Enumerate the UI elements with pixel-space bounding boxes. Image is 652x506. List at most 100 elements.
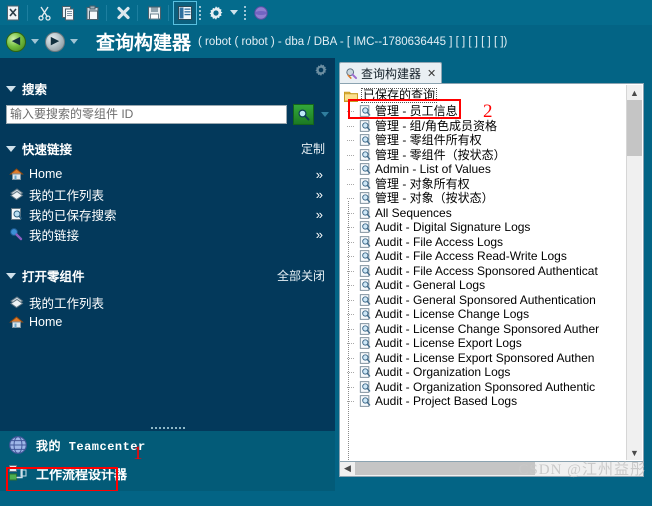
tree-branch-icon: ···· <box>346 352 355 363</box>
delete-icon[interactable] <box>112 2 134 24</box>
tree-item-label: Audit - License Change Sponsored Auther <box>375 321 600 336</box>
panel-settings-gear-icon[interactable] <box>314 63 328 77</box>
scroll-down-icon[interactable]: ▼ <box>627 445 642 460</box>
tree-branch-icon: ···· <box>346 309 355 320</box>
tree-item[interactable]: ···· Audit - License Export Sponsored Aut… <box>340 351 629 366</box>
tree-branch-icon: ···· <box>346 280 355 291</box>
tree-item[interactable]: ···· 管理 - 零组件所有权 <box>340 133 629 148</box>
scroll-up-icon[interactable]: ▲ <box>627 85 642 100</box>
open-item-home[interactable]: Home <box>0 312 335 332</box>
tree-item-label: 管理 - 对象所有权 <box>375 176 470 191</box>
save-icon[interactable] <box>143 2 165 24</box>
worklist-icon <box>8 294 24 310</box>
scrollbar-thumb[interactable] <box>627 100 642 156</box>
tree-item[interactable]: ···· Audit - License Change Logs <box>340 307 629 322</box>
open-item-my-worklist[interactable]: 我的工作列表 <box>0 292 335 312</box>
dropdown-caret-icon[interactable] <box>230 10 238 15</box>
scrollbar-thumb[interactable] <box>355 462 535 475</box>
panel-resize-grip[interactable] <box>0 425 335 431</box>
tree-item[interactable]: ···· Audit - Digital Signature Logs <box>340 220 629 235</box>
tree-item[interactable]: ···· Audit - Organization Sponsored Authe… <box>340 380 629 395</box>
sidebar-item-home[interactable]: Home » <box>0 164 335 184</box>
tree-item[interactable]: ···· 管理 - 对象（按状态） <box>340 191 629 206</box>
tree-item[interactable]: ···· Audit - License Export Logs <box>340 336 629 351</box>
saved-query-icon <box>358 206 372 220</box>
toolbar-dot-separator <box>198 5 201 21</box>
chevron-right-icon[interactable]: » <box>316 187 323 202</box>
sidebar-item-my-links[interactable]: 我的链接 » <box>0 224 335 244</box>
quick-links-list: Home » 我的工作列表 » 我的已保存搜索 » 我的链接 » <box>0 164 335 244</box>
sidebar-item-label: 我的工作列表 <box>29 188 105 203</box>
tree-branch-icon: ···· <box>346 120 355 131</box>
saved-query-icon <box>358 380 372 394</box>
sidebar-item-label: 我的已保存搜索 <box>29 208 117 223</box>
tree-branch-icon: ···· <box>346 367 355 378</box>
tab-query-builder[interactable]: 查询构建器 ✕ <box>339 62 443 83</box>
tree-item[interactable]: ···· Audit - General Sponsored Authentica… <box>340 293 629 308</box>
saved-query-icon <box>358 220 372 234</box>
annotation-box-saved-queries <box>348 99 461 119</box>
main-toolbar <box>0 0 652 25</box>
tree-item-label: All Sequences <box>375 205 452 220</box>
search-section-header[interactable]: 搜索 <box>0 79 335 98</box>
page-title: 查询构建器 <box>96 33 192 54</box>
scroll-left-icon[interactable]: ◀ <box>340 462 355 475</box>
tree-item-label: Audit - General Sponsored Authentication <box>375 292 596 307</box>
sidebar-item-my-saved-searches[interactable]: 我的已保存搜索 » <box>0 204 335 224</box>
tree-item-label: Audit - Digital Signature Logs <box>375 220 531 235</box>
saved-query-icon <box>358 293 372 307</box>
tree-item[interactable]: ···· Audit - File Access Logs <box>340 235 629 250</box>
new-document-icon[interactable] <box>2 2 24 24</box>
annotation-marker-1: 1 <box>133 443 143 464</box>
search-options-caret-icon[interactable] <box>321 112 329 117</box>
home-icon <box>8 314 24 330</box>
collapse-triangle-icon <box>6 145 16 152</box>
chevron-right-icon[interactable]: » <box>316 227 323 242</box>
back-dropdown-icon[interactable] <box>31 39 39 44</box>
customize-link[interactable]: 定制 <box>301 140 325 157</box>
quick-links-title: 快速链接 <box>22 143 73 157</box>
tree-item[interactable]: ···· All Sequences <box>340 206 629 221</box>
quick-links-section-header[interactable]: 快速链接 定制 <box>0 139 335 158</box>
home-icon <box>8 166 24 182</box>
forward-button[interactable]: ▶ <box>45 31 65 52</box>
forward-dropdown-icon[interactable] <box>70 39 78 44</box>
tree-item[interactable]: ···· 管理 - 零组件（按状态） <box>340 148 629 163</box>
tree-item[interactable]: ···· Audit - File Access Sponsored Authen… <box>340 264 629 279</box>
tree-item[interactable]: ···· Audit - Organization Logs <box>340 365 629 380</box>
tree-branch-icon: ···· <box>346 294 355 305</box>
search-input[interactable] <box>6 105 287 124</box>
copy-icon[interactable] <box>57 2 79 24</box>
paste-icon[interactable] <box>81 2 103 24</box>
tree-item[interactable]: ···· 管理 - 对象所有权 <box>340 177 629 192</box>
tree-item-label: 管理 - 零组件（按状态） <box>375 147 506 162</box>
purple-object-icon[interactable] <box>250 2 272 24</box>
gear-icon[interactable] <box>205 2 227 24</box>
back-button[interactable]: ◀ <box>6 31 26 52</box>
cut-icon[interactable] <box>33 2 55 24</box>
open-items-section-header[interactable]: 打开零组件 全部关闭 <box>0 266 335 285</box>
search-section-title: 搜索 <box>22 83 48 97</box>
app-item-my-teamcenter[interactable]: 我的 Teamcenter <box>0 431 335 459</box>
tree-item[interactable]: ···· Audit - Project Based Logs <box>340 394 629 409</box>
chevron-right-icon[interactable]: » <box>316 167 323 182</box>
close-all-link[interactable]: 全部关闭 <box>277 267 325 284</box>
search-button[interactable] <box>293 104 314 125</box>
tree-item[interactable]: ···· Audit - License Change Sponsored Aut… <box>340 322 629 337</box>
chevron-right-icon[interactable]: » <box>316 207 323 222</box>
properties-panel-icon[interactable] <box>173 0 197 25</box>
saved-query-icon <box>358 235 372 249</box>
tree-horizontal-scrollbar[interactable]: ◀ <box>339 462 644 477</box>
saved-queries-tree[interactable]: 已保存的查询 ···· 管理 - 员工信息 ···· 管理 - 组/角色成员资格 ···… <box>339 83 644 462</box>
tree-item-label: Audit - Organization Sponsored Authentic <box>375 379 596 394</box>
sidebar-item-label: 我的链接 <box>29 228 80 243</box>
tree-item[interactable]: ···· Audit - File Access Read-Write Logs <box>340 249 629 264</box>
close-icon[interactable]: ✕ <box>427 67 436 80</box>
tree-vertical-scrollbar[interactable]: ▲ ▼ <box>626 85 642 460</box>
annotation-marker-2: 2 <box>483 101 493 122</box>
sidebar-item-my-worklist[interactable]: 我的工作列表 » <box>0 184 335 204</box>
tree-branch-icon: ···· <box>346 323 355 334</box>
tree-branch-icon: ···· <box>346 178 355 189</box>
tree-item[interactable]: ···· Audit - General Logs <box>340 278 629 293</box>
tree-item[interactable]: ···· Admin - List of Values <box>340 162 629 177</box>
